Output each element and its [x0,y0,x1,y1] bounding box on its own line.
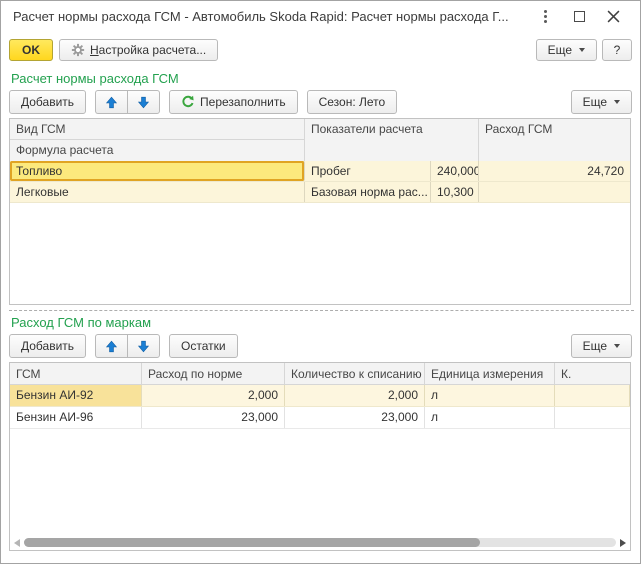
cell-k[interactable] [555,385,630,406]
header-gsm[interactable]: ГСМ [10,363,142,384]
scrollbar-track[interactable] [24,538,616,547]
table-row[interactable]: Топливо Пробег 240,000 24,720 [10,161,630,182]
arrow-down-icon [137,96,150,109]
window-title: Расчет нормы расхода ГСМ - Автомобиль Sk… [13,9,509,24]
close-button[interactable] [604,8,622,26]
cell-gsm[interactable]: Бензин АИ-96 [10,407,142,428]
kebab-icon [544,10,547,23]
section1-title: Расчет нормы расхода ГСМ [11,71,179,86]
cell-indicator-value[interactable]: 10,300 [431,182,479,202]
header-unit[interactable]: Единица измерения [425,363,555,384]
table-empty-area [10,203,630,304]
section1-more-button[interactable]: Еще [571,90,632,114]
section1-toolbar: Добавить Перезаполнить Сезон: Лето [1,89,640,115]
help-button[interactable]: ? [602,39,632,61]
season-button[interactable]: Сезон: Лето [307,90,398,114]
section2-toolbar: Добавить Остатки Еще [1,333,640,359]
norm-table-header: Вид ГСМ Формула расчета Показатели расче… [10,119,630,161]
gsm-brands-table: ГСМ Расход по норме Количество к списани… [9,362,631,551]
refresh-icon [181,95,195,109]
section2-move-up-button[interactable] [95,334,127,358]
header-k[interactable]: К. [555,363,630,384]
scrollbar-thumb[interactable] [24,538,480,547]
maximize-button[interactable] [570,8,588,26]
section-splitter[interactable] [9,310,634,311]
scroll-left-icon[interactable] [14,539,20,547]
app-window: Расчет нормы расхода ГСМ - Автомобиль Sk… [0,0,641,564]
header-consumption[interactable]: Расход ГСМ [479,119,630,161]
section1-move-up-button[interactable] [95,90,127,114]
header-norm[interactable]: Расход по норме [142,363,285,384]
header-formula[interactable]: Формула расчета [10,140,304,161]
cell-writeoff-qty[interactable]: 2,000 [285,385,425,406]
section2-add-button[interactable]: Добавить [9,334,86,358]
chevron-down-icon [614,344,620,348]
arrow-up-icon [105,340,118,353]
ok-button[interactable]: OK [9,39,53,61]
cell-norm[interactable]: 2,000 [142,385,285,406]
cell-kind-gsm[interactable]: Топливо [10,161,305,181]
cell-consumption[interactable]: 24,720 [479,161,630,181]
cell-indicator-name[interactable]: Базовая норма рас... [305,182,431,202]
maximize-icon [574,11,585,22]
cell-unit[interactable]: л [425,385,555,406]
section1-refill-button[interactable]: Перезаполнить [169,90,298,114]
cell-norm[interactable]: 23,000 [142,407,285,428]
chevron-down-icon [614,100,620,104]
cell-indicator-value[interactable]: 240,000 [431,161,479,181]
norm-calculation-table: Вид ГСМ Формула расчета Показатели расче… [9,118,631,305]
header-writeoff-qty[interactable]: Количество к списанию [285,363,425,384]
gear-icon [71,43,85,57]
section1-move-down-button[interactable] [127,90,160,114]
table-row[interactable]: Легковые Базовая норма рас... 10,300 [10,182,630,203]
settings-label: Настройка расчета... [90,43,206,57]
section2-more-button[interactable]: Еще [571,334,632,358]
chevron-down-icon [579,48,585,52]
window-controls [536,8,628,26]
title-bar: Расчет нормы расхода ГСМ - Автомобиль Sk… [1,1,640,32]
arrow-up-icon [105,96,118,109]
command-bar: OK Настройка расчета... Еще ? [1,37,640,63]
scroll-right-icon[interactable] [620,539,626,547]
cell-writeoff-qty[interactable]: 23,000 [285,407,425,428]
section2-move-down-button[interactable] [127,334,160,358]
brands-table-header: ГСМ Расход по норме Количество к списани… [10,363,630,385]
cell-formula[interactable]: Легковые [10,182,305,202]
section2-title: Расход ГСМ по маркам [11,315,151,330]
header-kind-gsm[interactable]: Вид ГСМ [10,119,304,140]
close-icon [607,10,620,23]
header-indicators[interactable]: Показатели расчета [305,119,479,161]
cell-indicator-name[interactable]: Пробег [305,161,431,181]
balances-button[interactable]: Остатки [169,334,238,358]
arrow-down-icon [137,340,150,353]
calculation-settings-button[interactable]: Настройка расчета... [59,39,218,61]
table-row[interactable]: Бензин АИ-92 2,000 2,000 л [10,385,630,407]
cell-k[interactable] [555,407,630,428]
cell-gsm[interactable]: Бензин АИ-92 [10,385,142,406]
section2-move-buttons [95,334,160,358]
horizontal-scrollbar[interactable] [14,537,626,548]
section1-add-button[interactable]: Добавить [9,90,86,114]
table-empty-area [10,429,630,550]
section1-move-buttons [95,90,160,114]
cell-consumption[interactable] [479,182,630,202]
form-more-button[interactable]: Еще [536,39,597,61]
table-row[interactable]: Бензин АИ-96 23,000 23,000 л [10,407,630,429]
cell-unit[interactable]: л [425,407,555,428]
window-menu-button[interactable] [536,8,554,26]
